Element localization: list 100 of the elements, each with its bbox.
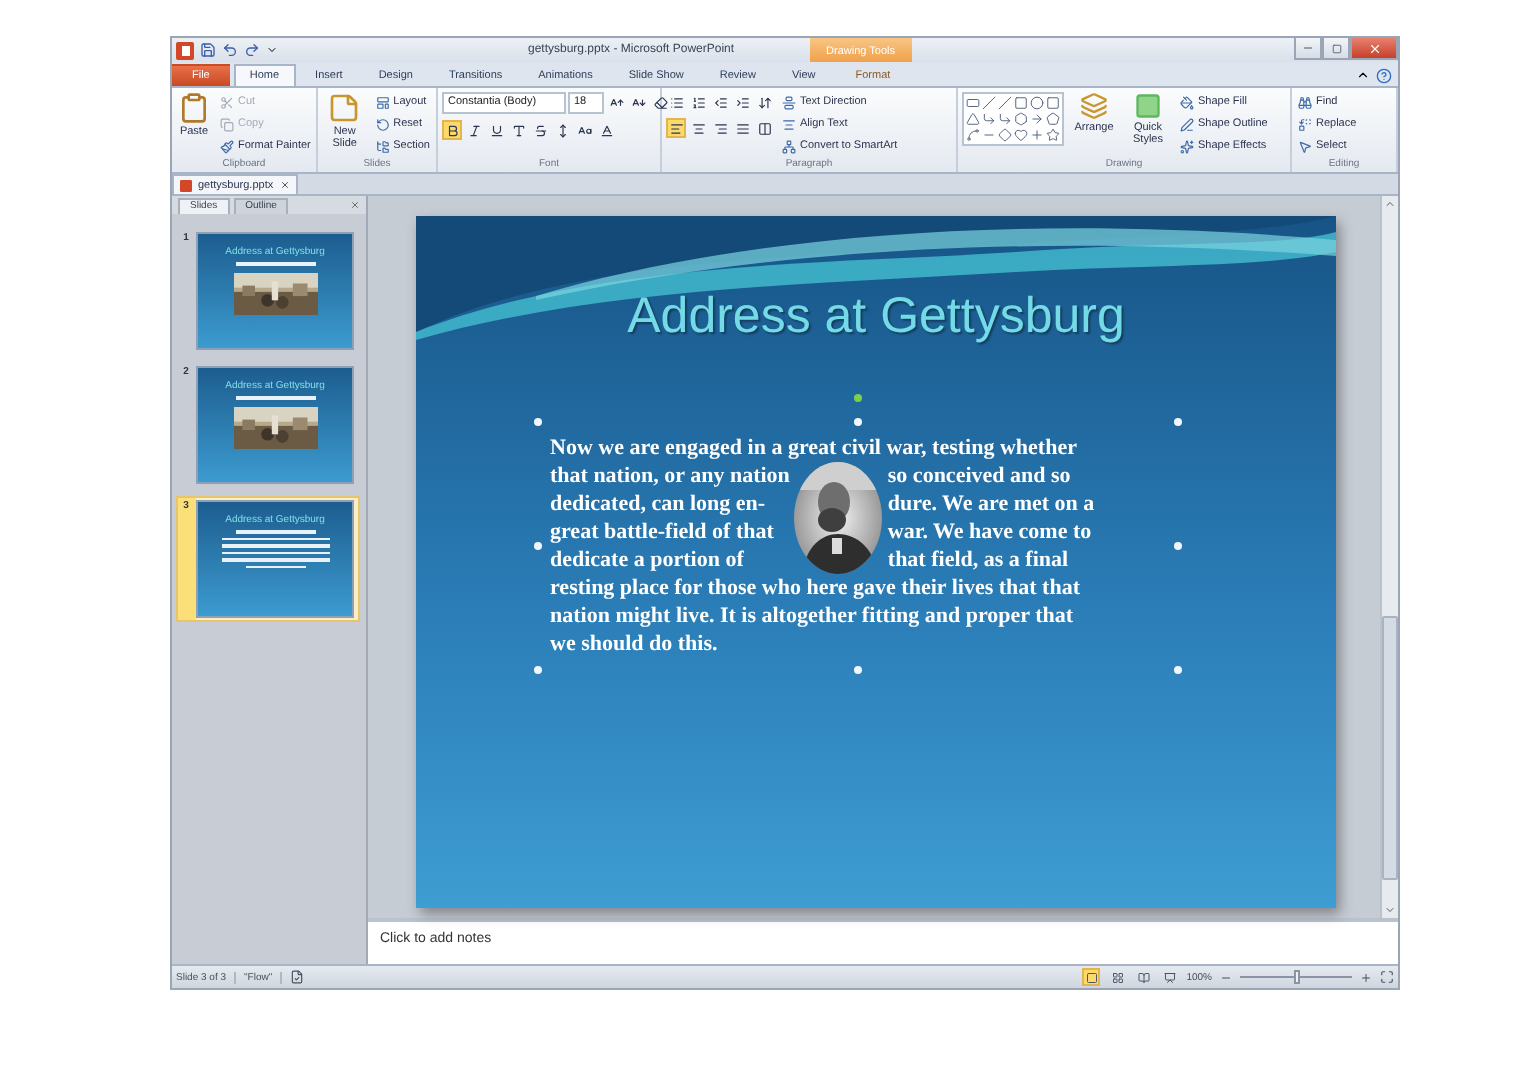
rotate-handle[interactable]	[854, 394, 862, 402]
scroll-thumb[interactable]	[1382, 615, 1398, 879]
decrease-indent-button[interactable]	[710, 92, 730, 112]
binoculars-icon	[1298, 95, 1312, 109]
thumbnail-text-line	[221, 558, 329, 561]
close-icon	[1367, 41, 1381, 55]
line-spacing-button[interactable]	[754, 92, 774, 112]
thumbnail-text-line	[221, 551, 329, 554]
align-center-icon	[691, 121, 705, 135]
thumbnail-text-line	[235, 396, 315, 399]
resize-handle[interactable]	[1174, 418, 1182, 426]
body-text: dedicated, can long en-	[550, 490, 766, 518]
minimize-icon	[1302, 42, 1314, 54]
shape-icon[interactable]	[966, 128, 980, 142]
decrease-indent-icon	[713, 95, 727, 109]
strikethrough-icon	[533, 123, 547, 137]
character-spacing-icon	[555, 123, 569, 137]
help-icon	[1376, 67, 1392, 83]
grid-icon	[1111, 971, 1124, 983]
section-icon	[375, 139, 390, 153]
thumbnail-text-line	[221, 537, 329, 540]
body-text: resting place for those who here gave their lives that that	[550, 574, 1080, 602]
scroll-down-icon	[1384, 904, 1396, 916]
bold-button[interactable]	[442, 120, 462, 140]
resize-handle[interactable]	[854, 666, 862, 674]
increase-indent-button[interactable]	[732, 92, 752, 112]
scissors-icon	[220, 95, 234, 109]
shape-icon[interactable]	[1014, 112, 1028, 126]
numbering-button[interactable]	[688, 92, 708, 112]
shapes-gallery[interactable]	[962, 92, 1064, 146]
italic-icon	[467, 123, 481, 137]
font-color-icon	[599, 123, 613, 137]
text-direction-icon	[782, 95, 796, 109]
body-text: we should do this.	[550, 630, 718, 658]
paintbrush-icon	[220, 139, 234, 153]
thumbnail-text-line	[245, 565, 305, 568]
resize-handle[interactable]	[1174, 542, 1182, 550]
normal-icon	[1085, 971, 1098, 983]
align-left-icon	[669, 121, 683, 135]
body-text: that nation, or any nation	[550, 462, 790, 490]
resize-handle[interactable]	[854, 418, 862, 426]
bullets-icon	[669, 95, 683, 109]
italic-button[interactable]	[464, 120, 484, 140]
file-icon	[180, 179, 192, 191]
underline-button[interactable]	[486, 120, 506, 140]
paint-bucket-icon	[1180, 95, 1194, 109]
change-case-icon	[577, 123, 591, 137]
align-center-button[interactable]	[688, 118, 708, 138]
presentation-icon	[1163, 971, 1176, 983]
shape-icon[interactable]	[1046, 128, 1060, 142]
resize-handle[interactable]	[1174, 666, 1182, 674]
layout-icon	[375, 95, 390, 109]
caret-icon	[266, 44, 278, 56]
shape-icon[interactable]	[982, 112, 996, 126]
columns-icon	[757, 121, 771, 135]
thumbnail-text-line	[221, 544, 329, 547]
columns-button[interactable]	[754, 118, 774, 138]
zoom-thumb[interactable]	[1294, 970, 1300, 984]
increase-indent-icon	[735, 95, 749, 109]
grid-view-button[interactable]	[1108, 968, 1127, 986]
shape-icon[interactable]	[998, 112, 1012, 126]
body-text: war. We have come to	[887, 518, 1092, 546]
body-text: so conceived and so	[887, 462, 1071, 490]
smartart-icon	[782, 139, 796, 153]
normal-view-button[interactable]	[1082, 968, 1101, 986]
body-text: nation might live. It is altogether fitting and proper that	[550, 602, 1074, 630]
eraser-icon	[653, 96, 667, 110]
justify-icon	[735, 121, 749, 135]
justify-button[interactable]	[732, 118, 752, 138]
text-shadow-button[interactable]	[508, 120, 528, 140]
resize-handle[interactable]	[534, 666, 542, 674]
book-view-button[interactable]	[1134, 968, 1153, 986]
body-text: that field, as a final	[887, 546, 1069, 574]
resize-handle[interactable]	[534, 418, 542, 426]
bold-icon	[445, 123, 459, 137]
sparkles-icon	[1180, 139, 1194, 153]
maximize-button[interactable]	[1322, 38, 1350, 60]
body-text: dedicate a portion of	[550, 546, 744, 574]
reset-icon	[375, 117, 390, 131]
shape-icon[interactable]	[1046, 112, 1060, 126]
font-color-button[interactable]	[596, 120, 616, 140]
eraser-button[interactable]	[650, 93, 670, 113]
save-icon	[200, 42, 216, 58]
body-text: great battle-field of that	[550, 518, 774, 546]
font-shrink-icon	[631, 96, 645, 110]
strikethrough-button[interactable]	[530, 120, 550, 140]
copy-icon	[220, 117, 234, 131]
shape-icon[interactable]	[1030, 112, 1044, 126]
slide-title: Address at Gettysburg	[627, 288, 1125, 346]
numbering-icon	[691, 95, 705, 109]
body-text: dure. We are met on a	[887, 490, 1095, 518]
underline-icon	[489, 123, 503, 137]
text-shadow-icon	[511, 123, 525, 137]
thumbnail-text-line	[235, 530, 315, 533]
undo-icon	[222, 42, 238, 58]
align-left-button[interactable]	[666, 118, 686, 138]
resize-handle[interactable]	[534, 542, 542, 550]
thumbnail-text-line	[235, 262, 315, 265]
align-right-button[interactable]	[710, 118, 730, 138]
presentation-view-button[interactable]	[1160, 968, 1179, 986]
